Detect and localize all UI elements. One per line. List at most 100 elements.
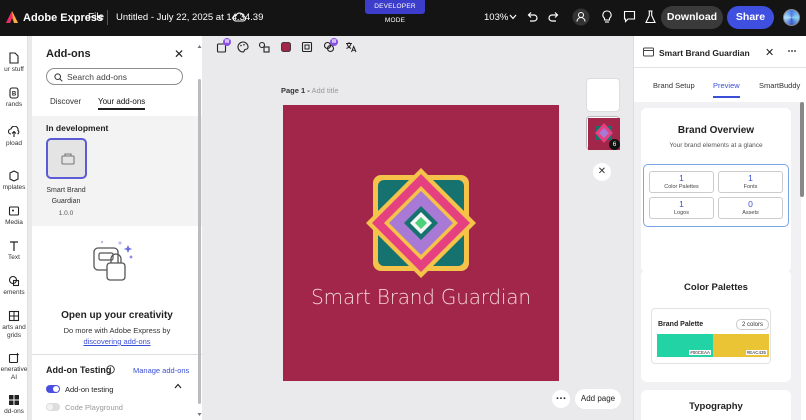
- add-title-link[interactable]: Add title: [311, 86, 338, 95]
- page-thumbnail-blank[interactable]: [586, 78, 620, 112]
- download-button[interactable]: Download: [661, 6, 723, 29]
- tab-brand-setup[interactable]: Brand Setup: [653, 81, 695, 90]
- code-playground-toggle[interactable]: [46, 403, 60, 411]
- addon-version: 1.0.0: [58, 210, 74, 217]
- manage-add-ons-link[interactable]: Manage add-ons: [133, 366, 189, 375]
- undo-icon[interactable]: [525, 10, 539, 24]
- addons-icon: [9, 395, 19, 405]
- adobe-express-logo[interactable]: [5, 10, 19, 24]
- panel-scrollbar[interactable]: [197, 44, 202, 418]
- rail-elements[interactable]: ements: [0, 275, 27, 297]
- card-title: Color Palettes: [684, 282, 748, 293]
- info-icon[interactable]: [106, 365, 115, 374]
- rail-add-ons[interactable]: dd-ons: [0, 394, 27, 416]
- shapes-icon[interactable]: [258, 41, 270, 53]
- add-ons-panel: Add-ons ✕ Discover Your add-ons In devel…: [32, 36, 202, 420]
- tab-preview[interactable]: Preview: [713, 81, 740, 98]
- card-subtitle: Your brand elements at a glance: [669, 142, 763, 149]
- charts-icon: [8, 310, 20, 322]
- addon-badge: W: [223, 38, 231, 46]
- smart-brand-guardian-panel: Smart Brand Guardian ✕ Brand Setup Previ…: [633, 36, 806, 420]
- redo-icon[interactable]: [547, 10, 561, 24]
- design-page[interactable]: Smart Brand Guardian: [283, 105, 559, 381]
- rail-templates[interactable]: mplates: [0, 170, 27, 192]
- rail-upload[interactable]: pload: [0, 126, 27, 148]
- search-icon: [54, 73, 63, 82]
- add-on-testing-toggle[interactable]: [46, 385, 60, 393]
- palette-name: Brand Palette: [658, 321, 704, 328]
- text-icon: [10, 241, 18, 251]
- tab-your-add-ons[interactable]: Your add-ons: [98, 97, 146, 110]
- frame-icon[interactable]: [301, 41, 313, 53]
- rail-label: ements: [3, 289, 25, 296]
- palette-icon[interactable]: [237, 41, 249, 53]
- flask-icon[interactable]: [645, 10, 656, 24]
- stat-fonts: 1 Fonts: [718, 171, 783, 193]
- file-menu[interactable]: File: [88, 12, 104, 23]
- add-page-button[interactable]: Add page: [575, 389, 621, 409]
- stat-assets: 0 Assets: [718, 197, 783, 219]
- lightbulb-icon[interactable]: [601, 10, 613, 24]
- rail-label: ur stuff: [4, 66, 24, 73]
- close-icon[interactable]: ✕: [765, 46, 774, 59]
- templates-icon: [9, 170, 19, 182]
- panel-title: Add-ons: [46, 48, 91, 60]
- stat-color-palettes: 1 Color Palettes: [649, 171, 714, 193]
- rail-charts-grids[interactable]: arts and grids: [0, 310, 27, 340]
- top-bar: Adobe Express File Untitled - July 22, 2…: [0, 0, 806, 36]
- panel-header: Smart Brand Guardian ✕: [634, 36, 806, 68]
- plugin-icon: [61, 153, 75, 165]
- addon-tile[interactable]: [46, 138, 87, 179]
- card-title: Typography: [689, 401, 743, 412]
- search-field[interactable]: [46, 68, 183, 85]
- user-invite-icon[interactable]: [572, 8, 590, 26]
- close-icon[interactable]: ✕: [174, 47, 184, 61]
- cloud-saved-icon[interactable]: [232, 12, 246, 22]
- design-title-text[interactable]: Smart Brand Guardian: [283, 285, 559, 309]
- more-options-button[interactable]: …: [552, 390, 570, 408]
- tab-smartbuddy[interactable]: SmartBuddy: [759, 81, 800, 90]
- close-thumbnails-icon[interactable]: ✕: [593, 163, 611, 181]
- more-icon[interactable]: [787, 46, 797, 56]
- color-swatch[interactable]: #00CEAA: [657, 334, 713, 357]
- addon-badge: W: [330, 38, 338, 46]
- rail-media[interactable]: Media: [0, 205, 27, 227]
- zoom-level[interactable]: 103%: [484, 12, 508, 23]
- rail-label: Text: [8, 254, 20, 261]
- page-thumbnail[interactable]: 6: [586, 116, 620, 150]
- toggle-label: Code Playground: [65, 403, 123, 412]
- tab-discover[interactable]: Discover: [50, 97, 81, 106]
- chevron-up-icon[interactable]: [174, 383, 182, 389]
- panel-title: Smart Brand Guardian: [659, 48, 750, 58]
- user-avatar[interactable]: [783, 9, 800, 26]
- section-title: In development: [46, 123, 109, 133]
- rail-brands[interactable]: B rands: [0, 87, 27, 109]
- canvas-area: W W Page 1 - Add title Smart Brand Guard…: [205, 36, 632, 420]
- rail-text[interactable]: Text: [0, 240, 27, 262]
- rail-label: dd-ons: [4, 408, 24, 415]
- color-palettes-card: Color Palettes Brand Palette 2 colors #0…: [641, 270, 791, 382]
- elements-icon: [8, 275, 20, 287]
- stats-grid: 1 Color Palettes 1 Fonts 1 Logos 0 Asset…: [643, 164, 789, 227]
- page-label: Page 1 - Add title: [281, 86, 339, 95]
- color-swatch[interactable]: #EAC435: [713, 334, 769, 357]
- translate-icon[interactable]: [345, 41, 357, 53]
- creativity-subtitle: Do more with Adobe Express by: [63, 326, 171, 335]
- typography-card: Typography: [641, 390, 791, 420]
- left-rail: ur stuff B rands pload mplates Media Tex…: [0, 36, 28, 420]
- share-button[interactable]: Share: [727, 6, 774, 29]
- rail-generative-ai[interactable]: enerative AI: [0, 352, 28, 382]
- toggle-label: Add-on testing: [65, 385, 114, 394]
- rail-label: enerative: [0, 366, 28, 373]
- search-input[interactable]: [67, 71, 177, 83]
- discover-add-ons-link[interactable]: discovering add-ons: [32, 337, 202, 346]
- rail-your-stuff[interactable]: ur stuff: [0, 52, 27, 74]
- brand-logo-graphic[interactable]: [283, 105, 559, 381]
- brand-color-icon[interactable]: [280, 41, 292, 53]
- comment-icon[interactable]: [623, 10, 636, 23]
- rail-label: AI: [10, 374, 18, 381]
- chevron-down-icon[interactable]: [509, 12, 517, 22]
- addon-name: Smart Brand Guardian: [46, 187, 86, 205]
- right-panel-scrollbar[interactable]: [800, 102, 804, 197]
- add-on-testing-section: Add-on Testing Manage add-ons Add-on tes…: [32, 354, 202, 420]
